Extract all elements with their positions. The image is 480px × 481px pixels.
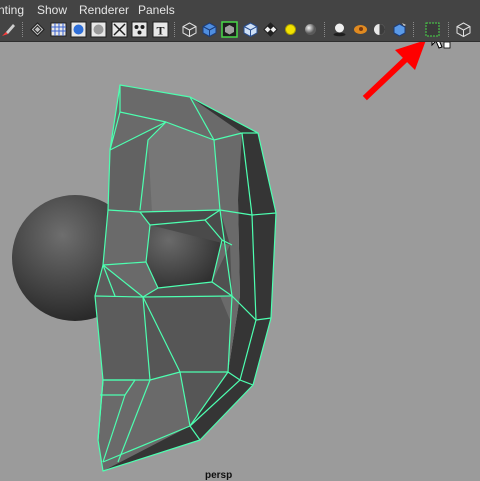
perspective-viewport[interactable] <box>0 42 480 480</box>
toolbar-divider <box>448 22 451 37</box>
camera-label: persp <box>205 470 233 481</box>
blue-cube-icon[interactable] <box>391 21 408 38</box>
polygon-mesh[interactable] <box>94 84 277 472</box>
camera-cube-icon[interactable] <box>455 21 472 38</box>
mouse-cursor-icon <box>431 42 451 49</box>
toolbar-divider <box>22 22 25 37</box>
smooth-shade-all-icon[interactable] <box>70 21 87 38</box>
panel-menu-bar: nting Show Renderer Panels <box>0 0 480 19</box>
select-region-icon[interactable] <box>424 21 441 38</box>
lights-icon[interactable] <box>131 21 148 38</box>
checker-icon[interactable] <box>262 21 279 38</box>
texture-text-icon[interactable]: T <box>152 21 169 38</box>
wireframe-on-shaded-icon[interactable] <box>29 21 46 38</box>
shadow-sphere-icon[interactable] <box>331 21 348 38</box>
svg-text:T: T <box>157 24 165 38</box>
grey-sphere-icon[interactable] <box>302 21 319 38</box>
menu-panels[interactable]: Panels <box>138 3 175 17</box>
menu-renderer[interactable]: Renderer <box>79 3 129 17</box>
wireframe-x-icon[interactable] <box>111 21 128 38</box>
grid-icon[interactable] <box>50 21 67 38</box>
panel-toolbar: T <box>0 19 480 42</box>
flat-shade-icon[interactable] <box>90 21 107 38</box>
half-sphere-icon[interactable] <box>371 21 388 38</box>
yellow-light-icon[interactable] <box>282 21 299 38</box>
cube-wireframe-icon[interactable] <box>181 21 198 38</box>
menu-lighting[interactable]: nting <box>0 3 24 17</box>
paint-brush-icon[interactable] <box>0 21 17 38</box>
toolbar-divider <box>413 22 416 37</box>
cube-shaded-icon[interactable] <box>201 21 218 38</box>
isolate-select-icon[interactable] <box>221 21 238 38</box>
cube-flat-icon[interactable] <box>242 21 259 38</box>
motion-blur-icon[interactable] <box>351 21 368 38</box>
toolbar-divider <box>174 22 177 37</box>
toolbar-divider <box>324 22 327 37</box>
menu-show[interactable]: Show <box>37 3 67 17</box>
annotation-arrow <box>362 42 426 101</box>
